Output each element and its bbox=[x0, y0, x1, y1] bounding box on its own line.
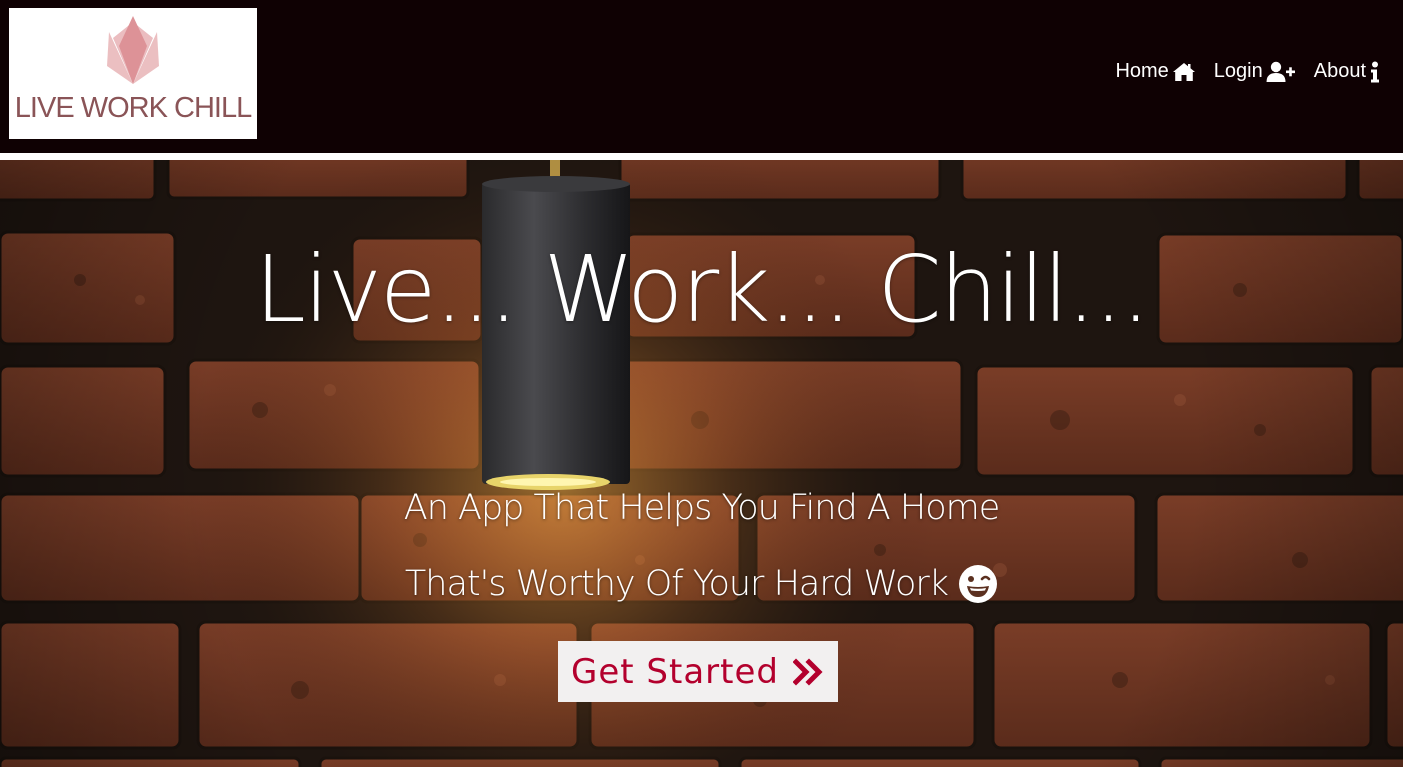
hero-section: Live... Work... Chill... An App That Hel… bbox=[0, 160, 1403, 767]
nav-login-link[interactable]: Login bbox=[1214, 60, 1296, 83]
hero-tagline-line2-text: That's Worthy Of Your Hard Work bbox=[404, 564, 949, 604]
double-chevron-right-icon bbox=[792, 657, 823, 686]
user-plus-icon bbox=[1266, 61, 1295, 82]
header-divider bbox=[0, 153, 1403, 160]
nav-about-link[interactable]: About bbox=[1314, 60, 1381, 83]
nav-login-label: Login bbox=[1213, 60, 1263, 82]
info-icon bbox=[1371, 61, 1379, 82]
nav-home-label: Home bbox=[1115, 60, 1169, 82]
hero-tagline-line2: That's Worthy Of Your Hard Work bbox=[0, 564, 1403, 604]
grin-wink-icon bbox=[959, 565, 998, 603]
hero-title: Live... Work... Chill... bbox=[254, 236, 1151, 343]
nav-home-link[interactable]: Home bbox=[1115, 60, 1195, 83]
nav-about-label: About bbox=[1313, 60, 1366, 82]
nav-menu: Home Login About bbox=[1115, 60, 1381, 83]
logo[interactable]: LIVE WORK CHILL bbox=[9, 8, 257, 139]
navbar: LIVE WORK CHILL Home Login About bbox=[0, 0, 1403, 153]
logo-text: LIVE WORK CHILL bbox=[14, 92, 252, 124]
get-started-label: Get Started bbox=[571, 651, 779, 692]
home-icon bbox=[1172, 62, 1195, 81]
lotus-logo-icon bbox=[107, 16, 159, 84]
hero-tagline-line1: An App That Helps You Find A Home bbox=[403, 488, 1000, 528]
get-started-button[interactable]: Get Started bbox=[558, 641, 838, 702]
